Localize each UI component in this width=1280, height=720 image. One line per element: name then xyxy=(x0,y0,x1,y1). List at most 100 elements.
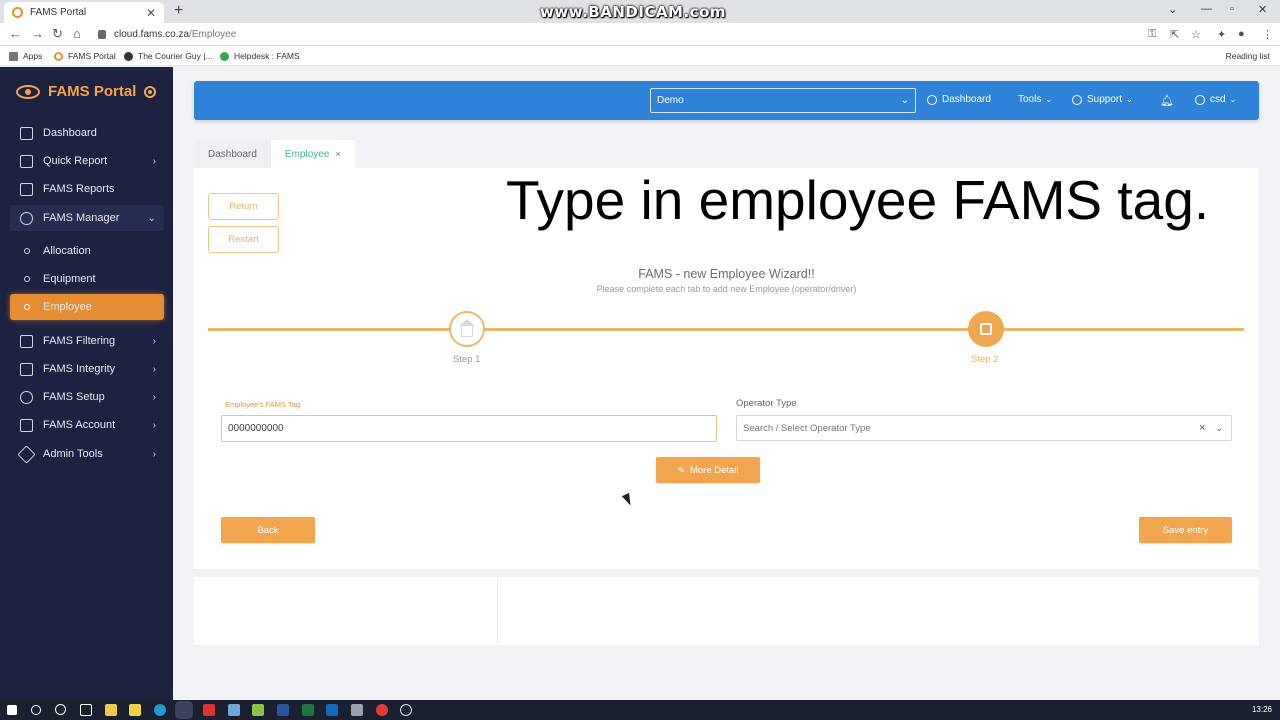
nav-tools[interactable]: Tools ⌄ xyxy=(1018,94,1052,105)
document-icon xyxy=(20,182,33,196)
bookmark-helpdesk[interactable]: Helpdesk : FAMS xyxy=(220,51,300,61)
bookmark-label: Helpdesk : FAMS xyxy=(234,51,300,61)
snip-icon[interactable] xyxy=(400,704,412,716)
file-explorer-icon[interactable] xyxy=(105,704,117,716)
tutorial-caption: Type in employee FAMS tag. xyxy=(506,169,1210,231)
sidebar-item-dashboard[interactable]: Dashboard xyxy=(10,120,164,146)
browser-tab[interactable]: FAMS Portal ✕ xyxy=(4,2,164,23)
restart-button[interactable]: Restart xyxy=(208,226,279,253)
back-button[interactable]: Back xyxy=(221,517,315,543)
bookmark-fams-portal[interactable]: FAMS Portal xyxy=(54,51,116,61)
word-icon[interactable] xyxy=(277,704,289,716)
forward-arrow-icon[interactable]: → xyxy=(31,26,44,41)
close-tab-icon[interactable]: ✕ xyxy=(146,6,156,20)
fams-tag-input[interactable] xyxy=(221,415,717,442)
share-icon[interactable]: ⇱ xyxy=(1170,28,1179,41)
sidebar-item-label: FAMS Manager xyxy=(43,212,120,224)
more-detail-button[interactable]: ✎ More Detail xyxy=(656,457,760,483)
extensions-icon[interactable]: ✦ xyxy=(1217,28,1226,41)
sidebar-item-fams-filtering[interactable]: FAMS Filtering › xyxy=(10,328,164,354)
brand-logo[interactable]: FAMS Portal xyxy=(16,83,157,100)
sidebar-item-fams-account[interactable]: FAMS Account › xyxy=(10,412,164,438)
gear-icon xyxy=(20,390,33,404)
reading-list-button[interactable]: Reading list xyxy=(1226,51,1270,61)
back-arrow-icon[interactable]: ← xyxy=(9,26,22,41)
sticky-notes-icon[interactable] xyxy=(129,704,141,716)
return-button[interactable]: Return xyxy=(208,193,279,220)
record-icon[interactable] xyxy=(376,704,388,716)
close-tab-icon[interactable]: × xyxy=(335,149,340,159)
top-navbar: Demo ⌄ Dashboard Tools ⌄ Support ⌄ 🔔︎ cs… xyxy=(194,81,1259,120)
calculator-icon[interactable] xyxy=(351,704,363,716)
reload-icon[interactable]: ↻ xyxy=(52,26,63,42)
step2-button[interactable] xyxy=(968,311,1004,347)
sidebar-item-quick-report[interactable]: Quick Report › xyxy=(10,148,164,174)
sidebar-item-label: FAMS Setup xyxy=(43,391,105,403)
star-icon[interactable]: ☆ xyxy=(1191,28,1201,41)
new-tab-button[interactable]: + xyxy=(174,2,183,20)
excel-icon[interactable] xyxy=(302,704,314,716)
profile-icon[interactable]: ● xyxy=(1238,28,1245,40)
wizard-subtitle: Please complete each tab to add new Empl… xyxy=(596,284,857,294)
browser-tab-title: FAMS Portal xyxy=(30,7,87,18)
minimize-icon[interactable]: — xyxy=(1201,3,1212,15)
sidebar-subitem-allocation[interactable]: Allocation xyxy=(10,238,164,264)
nav-support[interactable]: Support ⌄ xyxy=(1072,94,1133,105)
outlook-icon[interactable] xyxy=(326,704,338,716)
task-view-icon[interactable] xyxy=(80,704,92,716)
courier-icon xyxy=(124,51,133,61)
app-icon[interactable] xyxy=(228,704,240,716)
tab-search-icon[interactable]: ⌄ xyxy=(1168,3,1177,16)
sidebar-item-fams-setup[interactable]: FAMS Setup › xyxy=(10,384,164,410)
operator-type-label: Operator Type xyxy=(736,398,797,409)
bookmark-courier-guy[interactable]: The Courier Guy |... xyxy=(124,51,212,61)
chevron-right-icon: › xyxy=(152,335,156,347)
bell-icon: 🔔︎ xyxy=(1160,95,1174,107)
edge-icon[interactable] xyxy=(154,704,166,716)
clear-icon[interactable]: × xyxy=(1199,422,1205,434)
database-icon xyxy=(20,334,33,348)
company-select[interactable]: Demo ⌄ xyxy=(650,88,916,113)
cortana-icon[interactable] xyxy=(55,704,66,715)
bookmark-apps[interactable]: Apps xyxy=(9,51,42,61)
notifications-button[interactable]: 🔔︎ xyxy=(1160,94,1174,107)
key-icon[interactable]: ⚿ xyxy=(1148,28,1156,41)
apps-grid-icon xyxy=(9,51,18,61)
sidebar-subitem-equipment[interactable]: Equipment xyxy=(10,266,164,292)
save-entry-button[interactable]: Save entry xyxy=(1139,517,1232,543)
menu-dots-icon[interactable]: ⋮ xyxy=(1262,28,1273,41)
filezilla-icon[interactable] xyxy=(203,704,215,716)
nav-dashboard[interactable]: Dashboard xyxy=(927,94,991,105)
step2-label: Step 2 xyxy=(971,354,999,365)
chevron-right-icon: › xyxy=(152,391,156,403)
user-menu[interactable]: csd ⌄ xyxy=(1195,94,1236,105)
bookmark-label: FAMS Portal xyxy=(68,51,116,61)
sidebar-item-fams-integrity[interactable]: FAMS Integrity › xyxy=(10,356,164,382)
operator-type-placeholder: Search / Select Operator Type xyxy=(743,422,871,434)
sidebar-item-label: Dashboard xyxy=(43,127,97,139)
chrome-icon[interactable] xyxy=(178,704,190,716)
sidebar-item-fams-reports[interactable]: FAMS Reports xyxy=(10,176,164,202)
url-field[interactable]: cloud.fams.co.za/Employee xyxy=(98,26,1138,43)
step1-button[interactable] xyxy=(449,311,485,347)
sidebar-item-admin-tools[interactable]: Admin Tools › xyxy=(10,441,164,467)
notepad-icon[interactable] xyxy=(252,704,264,716)
home-icon[interactable]: ⌂ xyxy=(73,26,81,41)
windows-start-icon[interactable] xyxy=(7,705,17,715)
helpdesk-icon xyxy=(220,51,229,61)
user-icon xyxy=(1195,94,1205,105)
database-icon xyxy=(20,418,33,432)
tab-employee[interactable]: Employee × xyxy=(270,140,355,168)
sidebar-item-fams-manager[interactable]: FAMS Manager ⌄ xyxy=(10,205,164,231)
circle-icon xyxy=(24,276,30,282)
close-window-icon[interactable]: ✕ xyxy=(1258,3,1267,16)
search-icon[interactable] xyxy=(31,705,41,715)
chevron-down-icon: ⌄ xyxy=(900,95,909,106)
tab-dashboard[interactable]: Dashboard xyxy=(194,140,271,168)
sidebar-subitem-employee[interactable]: Employee xyxy=(10,294,164,320)
taskbar-clock: 13:26 xyxy=(1251,705,1272,714)
lock-icon xyxy=(98,30,106,39)
operator-type-select[interactable]: Search / Select Operator Type × ⌄ xyxy=(736,415,1232,441)
maximize-icon[interactable]: ▫ xyxy=(1230,3,1234,15)
edit-icon: ✎ xyxy=(677,464,685,475)
